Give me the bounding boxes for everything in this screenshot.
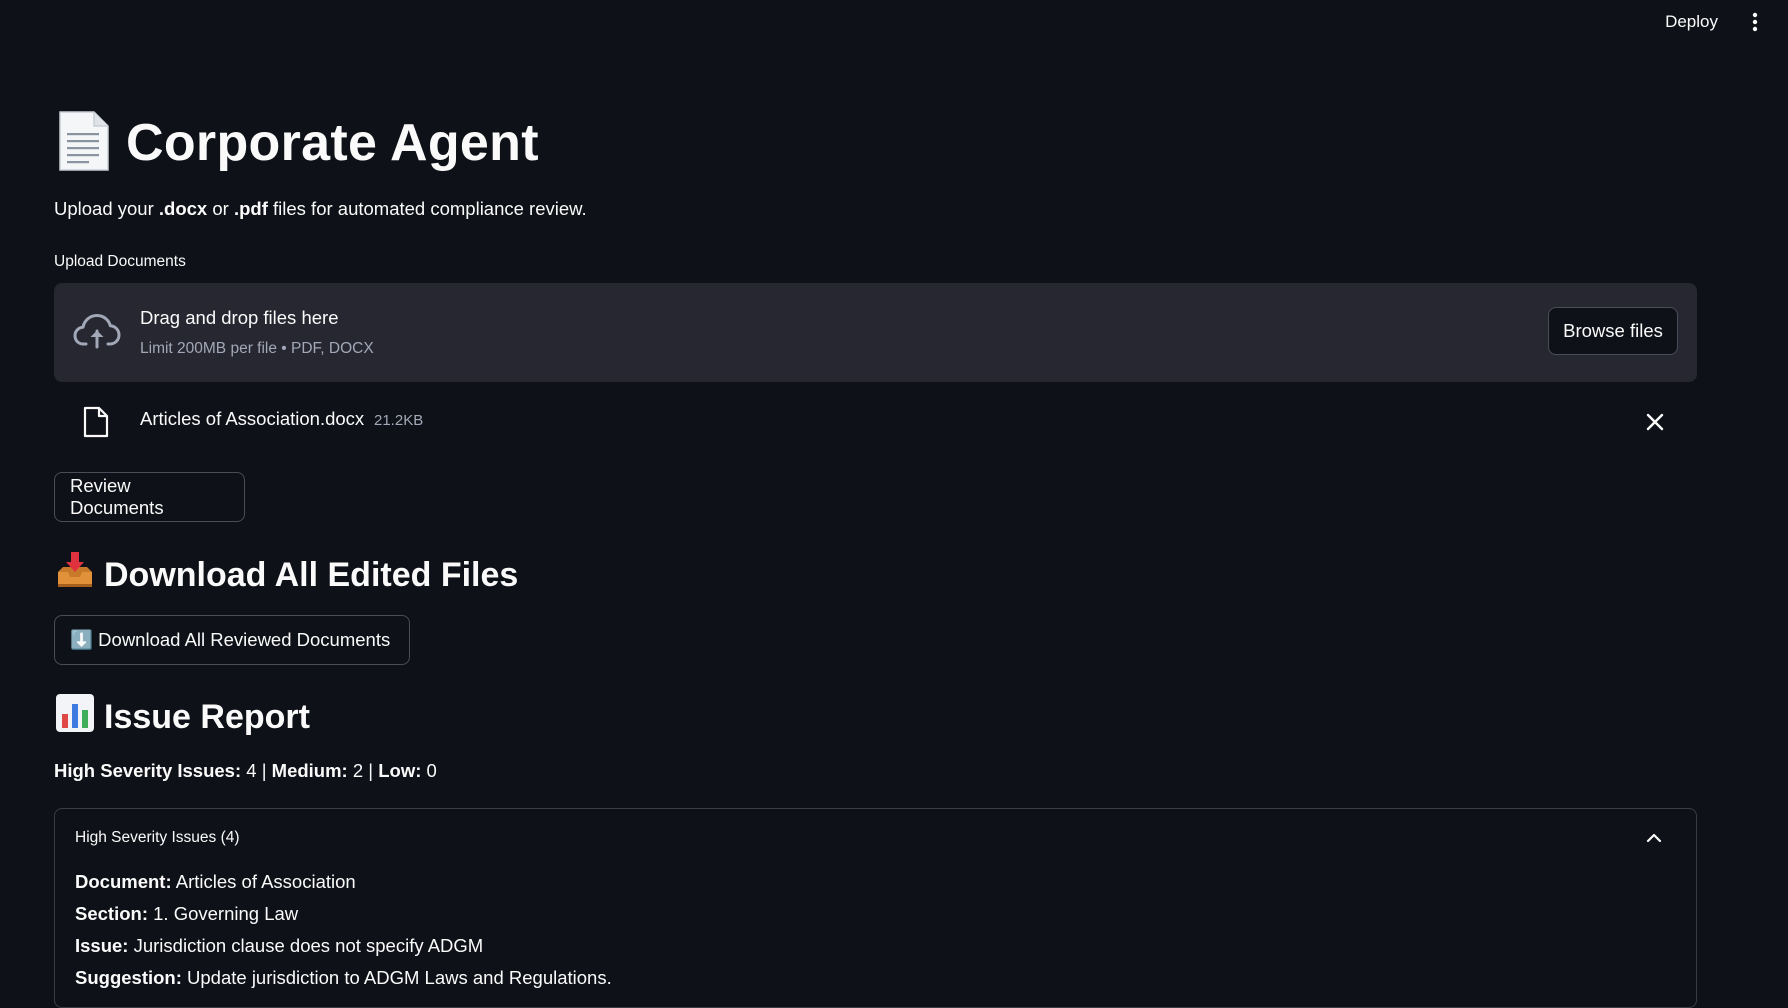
- subtitle-prefix: Upload your: [54, 198, 159, 219]
- browse-files-button[interactable]: Browse files: [1548, 307, 1678, 355]
- issue-document-value: Articles of Association: [171, 871, 356, 892]
- issue-section-line: Section: 1. Governing Law: [75, 903, 298, 925]
- chevron-up-icon[interactable]: [1646, 831, 1662, 843]
- issue-suggestion-label: Suggestion:: [75, 967, 182, 988]
- bar-chart-emoji-icon: [54, 692, 96, 743]
- download-section-heading: Download All Edited Files: [54, 550, 518, 601]
- subtitle-suffix: files for automated compliance review.: [267, 198, 587, 219]
- page-title: Corporate Agent: [54, 108, 539, 178]
- download-all-reviewed-button[interactable]: ⬇️ Download All Reviewed Documents: [54, 615, 410, 665]
- summary-high-value: 4 |: [241, 760, 272, 781]
- severity-summary: High Severity Issues: 4 | Medium: 2 | Lo…: [54, 760, 437, 782]
- top-toolbar: Deploy: [0, 0, 1788, 44]
- uploaded-file-item: Articles of Association.docx 21.2KB: [54, 400, 1697, 444]
- expander-header[interactable]: High Severity Issues (4): [75, 827, 1676, 851]
- issue-section-value: 1. Governing Law: [147, 903, 299, 924]
- inbox-tray-emoji-icon: [54, 550, 96, 601]
- remove-file-close-icon[interactable]: [1645, 412, 1665, 432]
- file-icon: [83, 406, 109, 438]
- uploaded-file-size: 21.2KB: [374, 412, 424, 429]
- upload-label: Upload Documents: [54, 253, 186, 270]
- summary-medium-label: Medium:: [271, 760, 348, 781]
- summary-low-label: Low:: [378, 760, 422, 781]
- issue-document-line: Document: Articles of Association: [75, 871, 356, 893]
- download-heading-text: Download All Edited Files: [104, 556, 519, 594]
- uploaded-file-name: Articles of Association.docx: [140, 408, 365, 429]
- subtitle-ext-docx: .docx: [158, 198, 208, 219]
- issue-report-heading: Issue Report: [54, 692, 310, 743]
- kebab-menu-icon[interactable]: [1746, 10, 1764, 34]
- deploy-button[interactable]: Deploy: [1661, 10, 1722, 34]
- issue-suggestion-line: Suggestion: Update jurisdiction to ADGM …: [75, 967, 612, 989]
- subtitle-middle: or: [207, 198, 234, 219]
- dropzone-instructions: Drag and drop files here: [140, 307, 339, 328]
- title-text: Corporate Agent: [126, 114, 539, 172]
- expander-title: High Severity Issues (4): [75, 829, 240, 846]
- file-dropzone[interactable]: Drag and drop files here Limit 200MB per…: [54, 283, 1697, 382]
- issue-description-value: Jurisdiction clause does not specify ADG…: [128, 935, 484, 956]
- cloud-upload-icon: [73, 311, 121, 351]
- issue-description-line: Issue: Jurisdiction clause does not spec…: [75, 935, 483, 957]
- issue-suggestion-value: Update jurisdiction to ADGM Laws and Reg…: [181, 967, 612, 988]
- issue-report-heading-text: Issue Report: [104, 698, 310, 736]
- dropzone-limit-text: Limit 200MB per file • PDF, DOCX: [140, 340, 374, 357]
- page-document-emoji-icon: [54, 109, 112, 178]
- subtitle-ext-pdf: .pdf: [233, 198, 268, 219]
- issue-description-label: Issue:: [75, 935, 129, 956]
- summary-low-value: 0: [421, 760, 437, 781]
- review-documents-button[interactable]: Review Documents: [54, 472, 245, 522]
- issue-section-label: Section:: [75, 903, 148, 924]
- page-subtitle: Upload your .docx or .pdf files for auto…: [54, 198, 587, 220]
- issue-document-label: Document:: [75, 871, 172, 892]
- summary-high-label: High Severity Issues:: [54, 760, 242, 781]
- summary-medium-value: 2 |: [347, 760, 379, 781]
- high-severity-expander: High Severity Issues (4) Document: Artic…: [54, 808, 1697, 1008]
